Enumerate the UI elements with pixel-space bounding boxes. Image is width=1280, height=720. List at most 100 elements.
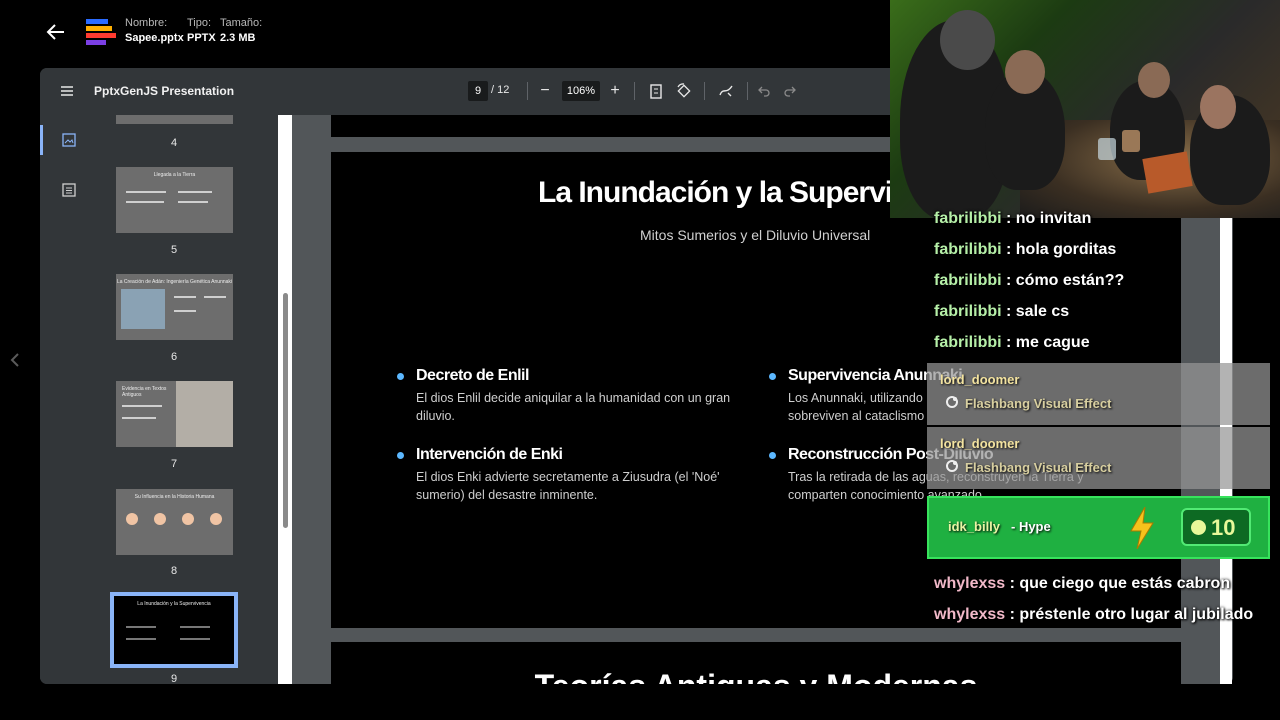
chat-username: fabrilibbi (934, 272, 1002, 289)
zoom-input[interactable]: 106% (562, 81, 600, 101)
page-number-input[interactable]: 9 (468, 81, 488, 101)
thumbnail-line (122, 417, 156, 419)
webcam-face (940, 10, 995, 70)
file-name-meta: Nombre: Sapee.pptx (125, 16, 184, 46)
redeem-username: lord_doomer (940, 372, 1020, 387)
thumbnail-number: 9 (170, 673, 178, 684)
next-slide-title: Teorías Antiguas y Modernas (331, 668, 1181, 684)
file-name-value: Sapee.pptx (125, 32, 184, 44)
toolbar-divider (704, 82, 705, 100)
chat-username: fabrilibbi (934, 210, 1002, 227)
webcam-face (1138, 62, 1170, 98)
bullet-dot (769, 373, 776, 380)
redeem-alert: lord_doomer Flashbang Visual Effect (927, 363, 1270, 425)
thumbnail-number: 5 (170, 244, 178, 256)
thumbnail-bullet (210, 513, 222, 525)
thumbnail-line (126, 201, 164, 203)
thumbnail-line (174, 296, 196, 298)
thumbnail-number: 6 (170, 351, 178, 363)
outline-icon[interactable] (62, 183, 76, 197)
toolbar-divider (527, 82, 528, 100)
thumbnail-line (126, 638, 156, 640)
thumbnail-image (121, 289, 165, 329)
thumbnail-bullet (154, 513, 166, 525)
bullet-heading: Intervención de Enki (416, 446, 563, 463)
document-title: PptxGenJS Presentation (94, 84, 235, 98)
thumbnail-line (178, 191, 212, 193)
file-size-meta: Tamaño: 2.3 MB (220, 16, 262, 46)
webcam-face (1200, 85, 1236, 129)
thumbnail-page-9[interactable]: La Inundación y la Supervivencia (110, 592, 238, 668)
thumbnail-page-7[interactable]: Evidencia en Textos Antiguos (116, 381, 233, 447)
file-type-icon (86, 19, 116, 45)
coin-icon (1191, 520, 1206, 535)
redeem-effect: Flashbang Visual Effect (965, 460, 1112, 475)
previous-file-arrow-icon[interactable] (9, 352, 21, 368)
bullet-body: El dios Enlil decide aniquilar a la huma… (416, 391, 731, 423)
toolbar-divider (747, 82, 748, 100)
sidebar-rail (40, 115, 90, 684)
thumbnail-page-8[interactable]: Su Influencia en la Historia Humana (116, 489, 233, 555)
thumbnail-line (204, 296, 226, 298)
chat-text: : cómo están?? (1001, 272, 1125, 289)
lightning-bolt-icon (1130, 507, 1154, 549)
file-size-value: 2.3 MB (220, 32, 256, 44)
thumbnail-line (126, 191, 166, 193)
chat-message: fabrilibbi : hola gorditas (934, 241, 1116, 259)
thumbnail-scroll-thumb[interactable] (283, 293, 288, 528)
zoom-out-button[interactable]: − (537, 81, 553, 101)
fit-page-icon[interactable] (650, 84, 662, 99)
thumbnail-title: Evidencia en Textos Antiguos (122, 386, 167, 398)
thumbnail-title: Llegada a la Tierra (153, 172, 196, 178)
slide-subtitle: Mitos Sumerios y el Diluvio Universal (640, 227, 871, 243)
file-type-label: Tipo: (187, 17, 212, 29)
thumbnail-line (174, 310, 196, 312)
chat-message: whylexss : préstenle otro lugar al jubil… (934, 606, 1253, 624)
thumbnail-title: Su Influencia en la Historia Humana (134, 494, 215, 500)
thumbnail-panel: 4 Llegada a la Tierra 5 La Creación de A… (90, 115, 278, 684)
hype-amount-badge: 10 (1181, 508, 1251, 546)
channel-points-icon (946, 460, 958, 472)
slide-title: La Inundación y la Supervi (538, 176, 893, 209)
thumbnail-page-5[interactable]: Llegada a la Tierra (116, 167, 233, 233)
thumbnail-line (126, 626, 156, 628)
thumbnail-image (176, 381, 233, 447)
chat-username: whylexss (934, 606, 1006, 623)
chat-text: : hola gorditas (1001, 241, 1117, 258)
thumbnail-page-4[interactable] (116, 115, 233, 124)
file-size-label: Tamaño: (220, 17, 263, 29)
bullet-dot (397, 373, 404, 380)
thumbnail-number: 7 (170, 458, 178, 470)
chat-username: fabrilibbi (934, 241, 1002, 258)
hype-amount: 10 (1211, 515, 1236, 540)
chat-message: fabrilibbi : me cague (934, 334, 1090, 352)
webcam-overlay (890, 0, 1280, 218)
menu-icon[interactable] (60, 84, 74, 98)
thumbnail-line (180, 638, 210, 640)
redo-icon[interactable] (784, 85, 796, 97)
thumbnail-page-6[interactable]: La Creación de Adán: Ingeniería Genética… (116, 274, 233, 340)
chat-message: whylexss : que ciego que estás cabron (934, 575, 1230, 593)
file-type-value: PPTX (187, 32, 216, 44)
annotate-icon[interactable] (718, 83, 734, 99)
file-name-label: Nombre: (125, 17, 168, 29)
rotate-icon[interactable] (676, 83, 691, 99)
channel-points-icon (946, 396, 958, 408)
hype-username: idk_billy (948, 519, 1001, 534)
redeem-effect: Flashbang Visual Effect (965, 396, 1112, 411)
zoom-in-button[interactable]: + (607, 81, 623, 101)
thumbnail-number: 8 (170, 565, 178, 577)
undo-icon[interactable] (758, 85, 770, 97)
chat-username: whylexss (934, 575, 1006, 592)
hype-alert: idk_billy - Hype 10 (927, 496, 1270, 559)
back-arrow-icon[interactable] (44, 20, 68, 44)
thumbnails-icon[interactable] (62, 133, 76, 147)
chat-message: fabrilibbi : sale cs (934, 303, 1069, 321)
redeem-username: lord_doomer (940, 436, 1020, 451)
chat-username: fabrilibbi (934, 334, 1002, 351)
chat-text: : me cague (1001, 334, 1090, 351)
rail-active-indicator (40, 125, 43, 155)
chat-text: : préstenle otro lugar al jubilado (1005, 606, 1254, 623)
thumbnail-bullet (126, 513, 138, 525)
webcam-cup (1122, 130, 1140, 152)
